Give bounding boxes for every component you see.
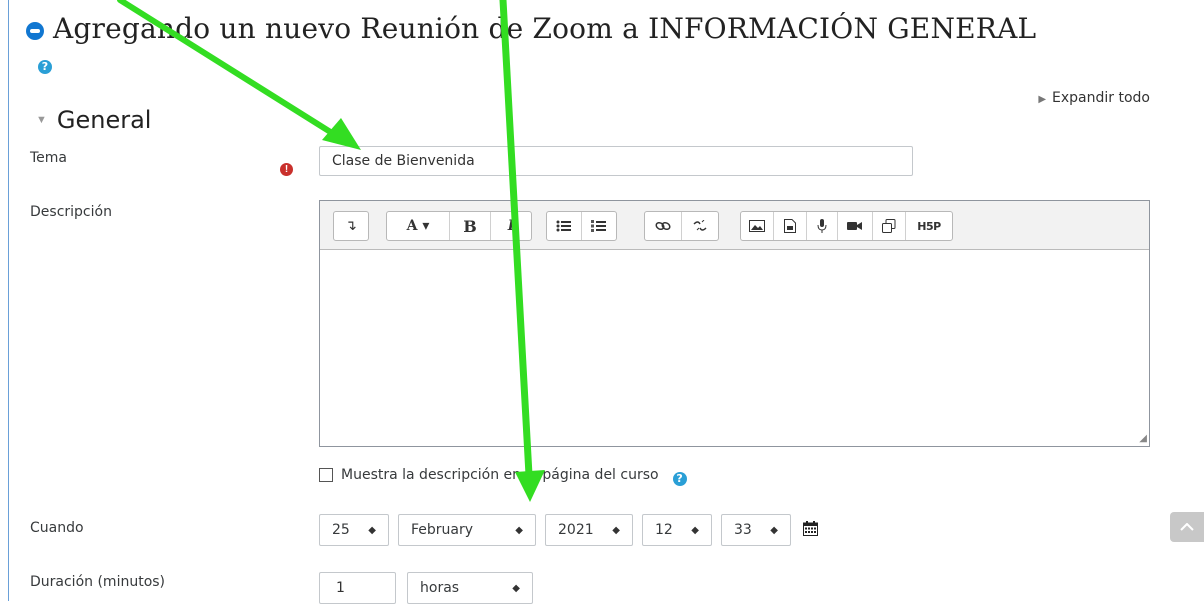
- numbered-list-icon[interactable]: [582, 212, 616, 240]
- select-arrows-icon: ◆: [691, 524, 699, 536]
- select-arrows-icon: ◆: [612, 524, 620, 536]
- manage-files-icon[interactable]: [873, 212, 906, 240]
- page-left-border: [8, 0, 9, 601]
- show-description-checkbox[interactable]: [319, 468, 333, 482]
- hour-select[interactable]: 12 ◆: [642, 514, 712, 546]
- minute-value: 33: [734, 522, 752, 538]
- section-header-general[interactable]: ▼ General: [36, 106, 151, 134]
- toolbar-group-lists: [546, 211, 617, 241]
- duracion-label: Duración (minutos): [30, 574, 166, 590]
- descripcion-label: Descripción: [30, 204, 112, 220]
- image-icon[interactable]: [741, 212, 774, 240]
- duration-unit-value: horas: [420, 580, 460, 596]
- zoom-module-icon: [26, 21, 44, 40]
- collapse-caret-icon: ▼: [36, 114, 47, 126]
- duration-input[interactable]: 1: [319, 572, 396, 604]
- year-value: 2021: [558, 522, 594, 538]
- show-description-label: Muestra la descripción en la página del …: [341, 467, 659, 483]
- chevron-up-icon: [1180, 523, 1194, 531]
- text-format-icon[interactable]: A ▾: [387, 212, 450, 240]
- video-icon[interactable]: [838, 212, 873, 240]
- page-title: Agregando un nuevo Reunión de Zoom a INF…: [53, 12, 1037, 45]
- required-icon: !: [280, 163, 293, 176]
- tema-input[interactable]: [319, 146, 913, 176]
- resize-grip-icon[interactable]: ◢: [1139, 433, 1147, 444]
- duration-unit-select[interactable]: horas ◆: [407, 572, 533, 604]
- help-icon[interactable]: ?: [672, 472, 687, 486]
- expand-all-label: Expandir todo: [1052, 90, 1150, 106]
- select-arrows-icon: ◆: [770, 524, 778, 536]
- hour-value: 12: [655, 522, 673, 538]
- toolbar-group-links: [644, 211, 719, 241]
- toolbar-group-style: A ▾ B I: [386, 211, 532, 241]
- day-select[interactable]: 25 ◆: [319, 514, 389, 546]
- bullet-list-icon[interactable]: [547, 212, 582, 240]
- month-select[interactable]: February ◆: [398, 514, 536, 546]
- scroll-to-top-button[interactable]: [1170, 512, 1204, 542]
- expand-triangle-icon: ▶: [1038, 94, 1047, 105]
- h5p-icon[interactable]: H5P: [906, 212, 952, 240]
- minute-select[interactable]: 33 ◆: [721, 514, 791, 546]
- unlink-icon[interactable]: [682, 212, 718, 240]
- select-arrows-icon: ◆: [512, 582, 520, 594]
- select-arrows-icon: ◆: [368, 524, 376, 536]
- editor-content-area[interactable]: ◢: [320, 250, 1149, 446]
- cuando-label: Cuando: [30, 520, 84, 536]
- tema-label: Tema: [30, 150, 68, 166]
- collapse-icon[interactable]: ↴: [334, 212, 368, 240]
- day-value: 25: [332, 522, 350, 538]
- bold-icon[interactable]: B: [450, 212, 491, 240]
- link-icon[interactable]: [645, 212, 682, 240]
- page-header: Agregando un nuevo Reunión de Zoom a INF…: [26, 12, 1036, 45]
- italic-icon[interactable]: I: [491, 212, 531, 240]
- microphone-icon[interactable]: [807, 212, 838, 240]
- month-value: February: [411, 522, 474, 538]
- toolbar-group-media: H5P: [740, 211, 953, 241]
- media-icon[interactable]: [774, 212, 807, 240]
- help-icon[interactable]: ?: [38, 60, 52, 74]
- description-editor: ↴ A ▾ B I H5P ◢: [319, 200, 1150, 447]
- year-select[interactable]: 2021 ◆: [545, 514, 633, 546]
- calendar-icon[interactable]: [803, 521, 818, 536]
- expand-all-link[interactable]: ▶ Expandir todo: [1038, 90, 1150, 106]
- toolbar-group-collapse: ↴: [333, 211, 369, 241]
- section-title: General: [56, 106, 152, 134]
- editor-toolbar: ↴ A ▾ B I H5P: [320, 201, 1149, 250]
- select-arrows-icon: ◆: [515, 524, 523, 536]
- show-description-row: Muestra la descripción en la página del …: [319, 467, 687, 486]
